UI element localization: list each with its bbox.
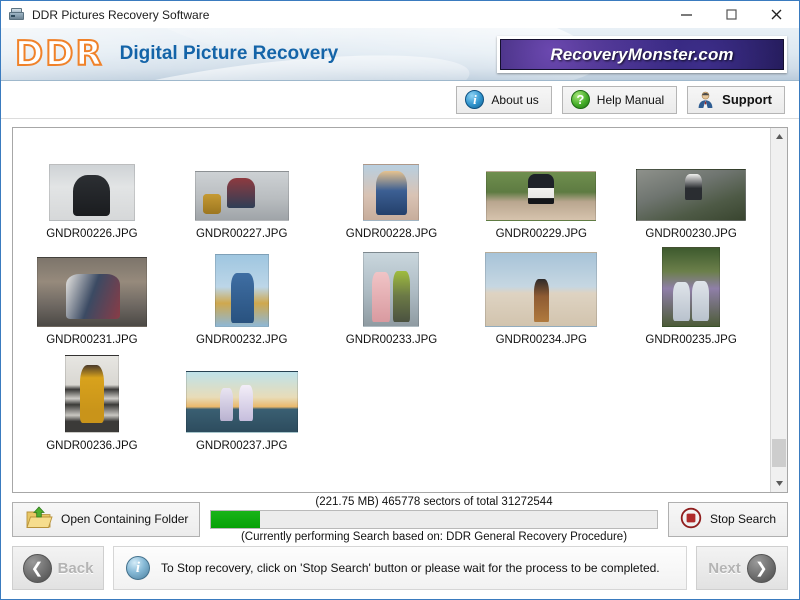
file-name-label: GNDR00232.JPG xyxy=(195,334,288,346)
file-name-label: GNDR00231.JPG xyxy=(46,334,138,346)
navigation-bar: ❮ Back i To Stop recovery, click on 'Sto… xyxy=(1,545,799,599)
file-thumbnail[interactable] xyxy=(36,257,147,327)
file-thumbnail[interactable] xyxy=(194,171,289,221)
window-controls xyxy=(664,1,799,28)
back-label: Back xyxy=(57,559,94,577)
support-person-icon xyxy=(696,90,715,109)
file-name-label: GNDR00234.JPG xyxy=(495,334,587,346)
file-name-label: GNDR00226.JPG xyxy=(46,228,138,240)
file-name-label: GNDR00229.JPG xyxy=(495,228,587,240)
stop-circle-icon xyxy=(680,507,702,532)
chevron-left-icon: ❮ xyxy=(22,553,52,583)
file-list[interactable]: GNDR00226.JPG GNDR00227.JPG GNDR00228.JPG G… xyxy=(13,128,770,492)
question-mark-icon: ? xyxy=(570,90,590,109)
scroll-up-button[interactable] xyxy=(771,128,787,145)
file-thumbnail[interactable] xyxy=(185,371,298,433)
progress-caption: (221.75 MB) 465778 sectors of total 3127… xyxy=(315,495,553,508)
brand-header: DDR Digital Picture Recovery RecoveryMon… xyxy=(1,28,799,81)
scrollbar-track[interactable] xyxy=(771,145,787,475)
chevron-right-icon: ❯ xyxy=(746,553,776,583)
minimize-button[interactable] xyxy=(664,1,709,28)
file-item[interactable]: GNDR00231.JPG xyxy=(17,242,167,348)
file-item[interactable]: GNDR00237.JPG xyxy=(167,348,317,454)
close-button[interactable] xyxy=(754,1,799,28)
file-thumbnail[interactable] xyxy=(662,247,721,327)
file-item[interactable]: GNDR00234.JPG xyxy=(466,242,616,348)
title-bar: DDR Pictures Recovery Software xyxy=(1,1,799,28)
site-badge[interactable]: RecoveryMonster.com xyxy=(497,36,787,73)
info-icon: i xyxy=(126,556,150,580)
about-us-label: About us xyxy=(491,92,539,107)
progress-fill xyxy=(211,510,261,528)
next-label: Next xyxy=(708,559,741,577)
main-content: GNDR00226.JPG GNDR00227.JPG GNDR00228.JPG G… xyxy=(1,119,799,493)
file-name-label: GNDR00227.JPG xyxy=(195,228,288,240)
file-item[interactable]: GNDR00227.JPG xyxy=(167,136,317,242)
status-bar: Open Containing Folder (221.75 MB) 46577… xyxy=(1,493,799,545)
file-thumbnail[interactable] xyxy=(486,171,597,221)
file-name-label: GNDR00228.JPG xyxy=(345,228,438,240)
file-item[interactable]: GNDR00232.JPG xyxy=(167,242,317,348)
open-containing-folder-label: Open Containing Folder xyxy=(61,512,189,526)
scanner-icon xyxy=(8,7,25,23)
file-item[interactable]: GNDR00235.JPG xyxy=(616,242,766,348)
file-name-label: GNDR00237.JPG xyxy=(195,440,288,452)
file-thumbnail[interactable] xyxy=(64,355,119,433)
site-badge-label: RecoveryMonster.com xyxy=(550,44,734,64)
file-thumbnail[interactable] xyxy=(363,252,420,327)
status-message: To Stop recovery, click on 'Stop Search'… xyxy=(161,561,660,575)
file-item[interactable]: GNDR00236.JPG xyxy=(17,348,167,454)
file-thumbnail[interactable] xyxy=(214,254,269,327)
file-item[interactable]: GNDR00230.JPG xyxy=(616,136,766,242)
next-button[interactable]: Next ❯ xyxy=(696,546,788,590)
back-button[interactable]: ❮ Back xyxy=(12,546,104,590)
file-item[interactable]: GNDR00233.JPG xyxy=(317,242,467,348)
folder-up-arrow-icon xyxy=(25,505,53,533)
progress-sub-caption: (Currently performing Search based on: D… xyxy=(240,530,628,543)
file-thumbnail[interactable] xyxy=(636,169,747,221)
stop-search-label: Stop Search xyxy=(709,512,777,526)
file-item[interactable]: GNDR00226.JPG xyxy=(17,136,167,242)
info-icon: i xyxy=(465,90,485,109)
file-name-label: GNDR00236.JPG xyxy=(46,440,138,452)
file-name-label: GNDR00230.JPG xyxy=(645,228,737,240)
ddr-logo: DDR xyxy=(14,34,104,74)
scrollbar-thumb[interactable] xyxy=(772,439,786,467)
file-item[interactable]: GNDR00229.JPG xyxy=(466,136,616,242)
maximize-button[interactable] xyxy=(709,1,754,28)
open-containing-folder-button[interactable]: Open Containing Folder xyxy=(12,501,200,537)
status-message-box: i To Stop recovery, click on 'Stop Searc… xyxy=(113,546,687,590)
stop-search-button[interactable]: Stop Search xyxy=(668,501,788,537)
help-manual-label: Help Manual xyxy=(596,92,665,107)
file-thumbnail[interactable] xyxy=(48,164,135,221)
product-title: Digital Picture Recovery xyxy=(119,43,339,64)
progress-block: (221.75 MB) 465778 sectors of total 3127… xyxy=(210,496,658,543)
application-window: DDR Pictures Recovery Software DDR Digit… xyxy=(0,0,800,600)
file-thumbnail[interactable] xyxy=(363,164,420,221)
file-name-label: GNDR00233.JPG xyxy=(345,334,438,346)
file-item[interactable]: GNDR00228.JPG xyxy=(317,136,467,242)
scroll-down-button[interactable] xyxy=(771,475,787,492)
help-manual-button[interactable]: ? Help Manual xyxy=(561,85,678,114)
window-title: DDR Pictures Recovery Software xyxy=(32,7,210,22)
support-label: Support xyxy=(722,92,772,107)
progress-bar xyxy=(210,509,658,529)
file-list-panel: GNDR00226.JPG GNDR00227.JPG GNDR00228.JPG G… xyxy=(12,127,788,493)
vertical-scrollbar[interactable] xyxy=(770,128,787,492)
about-us-button[interactable]: i About us xyxy=(456,85,552,114)
support-button[interactable]: Support xyxy=(687,85,785,114)
toolbar: i About us ? Help Manual Support xyxy=(1,81,799,119)
file-name-label: GNDR00235.JPG xyxy=(645,334,737,346)
file-thumbnail[interactable] xyxy=(485,252,598,327)
